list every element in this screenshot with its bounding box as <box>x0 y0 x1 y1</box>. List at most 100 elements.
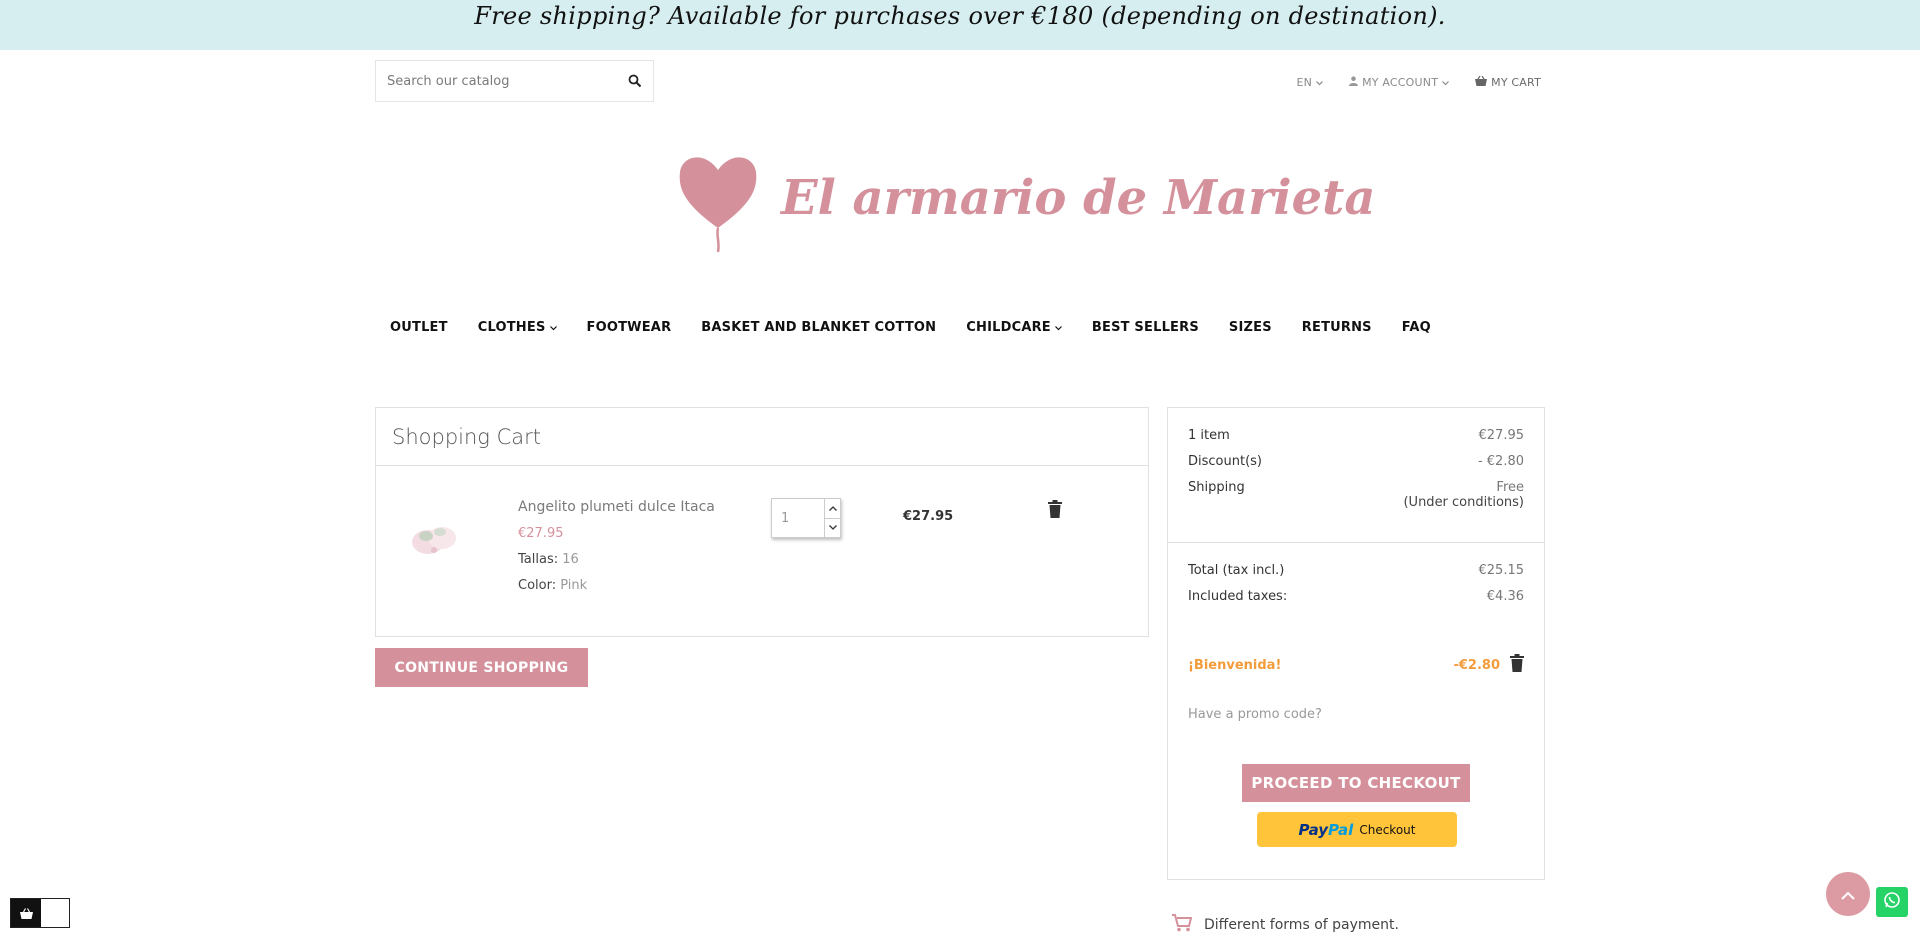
nav-returns-label: RETURNS <box>1301 320 1372 335</box>
search-input[interactable] <box>376 61 617 101</box>
main-navigation: OUTLET CLOTHES FOOTWEAR BASKET AND BLANK… <box>390 320 1461 335</box>
summary-divider <box>1168 542 1544 543</box>
payment-methods-text: Different forms of payment. <box>1204 917 1399 933</box>
nav-best-sellers-label: BEST SELLERS <box>1091 320 1199 335</box>
logo-text: El armario de Marieta <box>781 170 1376 226</box>
nav-clothes-label: CLOTHES <box>477 320 546 335</box>
shipping-value: Free <box>1496 480 1524 495</box>
nav-footwear-label: FOOTWEAR <box>586 320 672 335</box>
chevron-down-icon <box>1316 76 1323 89</box>
nav-sizes[interactable]: SIZES <box>1229 320 1272 335</box>
cart-link[interactable]: MY CART <box>1475 75 1541 89</box>
color-value: Pink <box>560 578 588 593</box>
chevron-down-icon <box>1054 320 1062 335</box>
whatsapp-button[interactable] <box>1876 887 1908 917</box>
size-value: 16 <box>562 552 579 567</box>
line-total: €27.95 <box>903 509 954 524</box>
floating-cart-panel[interactable] <box>41 899 69 927</box>
user-icon <box>1349 76 1359 89</box>
shopping-cart-icon <box>1172 914 1193 936</box>
nav-outlet-label: OUTLET <box>390 320 448 335</box>
product-price: €27.95 <box>518 526 564 541</box>
discount-value: - €2.80 <box>1477 454 1524 469</box>
promo-banner: Free shipping? Available for purchases o… <box>0 0 1920 50</box>
account-menu[interactable]: MY ACCOUNT <box>1349 76 1450 89</box>
summary-items-row: 1 item €27.95 <box>1188 428 1524 443</box>
total-value: €25.15 <box>1478 563 1525 578</box>
summary-discount-row: Discount(s) - €2.80 <box>1188 454 1524 469</box>
cart-summary: 1 item €27.95 Discount(s) - €2.80 Shipping… <box>1167 407 1545 880</box>
voucher-value-group: -€2.80 <box>1453 654 1524 676</box>
nav-faq[interactable]: FAQ <box>1402 320 1431 335</box>
promo-banner-text: Free shipping? Available for purchases o… <box>474 2 1446 30</box>
chevron-up-icon[interactable] <box>825 499 840 519</box>
color-label: Color: <box>518 578 557 593</box>
taxes-label: Included taxes: <box>1188 589 1288 604</box>
product-info: Angelito plumeti dulce Itaca €27.95 Tall… <box>518 499 715 593</box>
quantity-spinner <box>824 499 840 537</box>
chevron-down-icon[interactable] <box>825 519 840 538</box>
basket-icon[interactable] <box>11 899 41 927</box>
nav-childcare-label: CHILDCARE <box>966 320 1051 335</box>
quantity-stepper[interactable] <box>771 498 841 538</box>
nav-footwear[interactable]: FOOTWEAR <box>587 320 672 335</box>
nav-basket-blanket-label: BASKET AND BLANKET COTTON <box>701 320 937 335</box>
items-value: €27.95 <box>1478 428 1525 443</box>
summary-shipping-row: Shipping Free (Under conditions) <box>1188 480 1524 510</box>
shipping-value-group: Free (Under conditions) <box>1403 480 1524 510</box>
nav-basket-blanket[interactable]: BASKET AND BLANKET COTTON <box>701 320 936 335</box>
product-size: Tallas: 16 <box>518 552 715 567</box>
items-label: 1 item <box>1188 428 1230 443</box>
top-navigation: EN MY ACCOUNT MY CART <box>1296 75 1541 89</box>
scroll-to-top-button[interactable] <box>1826 872 1870 916</box>
paypal-checkout-button[interactable]: Pay Pal Checkout <box>1257 812 1457 847</box>
paypal-logo-pal: Pal <box>1328 820 1354 839</box>
cart-title: Shopping Cart <box>376 408 1148 466</box>
voucher-value: -€2.80 <box>1453 657 1500 673</box>
account-label: MY ACCOUNT <box>1362 76 1439 89</box>
chevron-down-icon <box>549 320 557 335</box>
nav-outlet[interactable]: OUTLET <box>390 320 448 335</box>
language-label: EN <box>1296 76 1313 89</box>
language-selector[interactable]: EN <box>1296 76 1323 89</box>
discount-label: Discount(s) <box>1188 454 1262 469</box>
nav-clothes[interactable]: CLOTHES <box>478 320 557 335</box>
site-logo[interactable]: El armario de Marieta <box>676 150 1375 260</box>
voucher-name: ¡Bienvenida! <box>1188 657 1282 673</box>
heart-balloon-icon <box>679 157 757 253</box>
shipping-note: (Under conditions) <box>1403 495 1524 510</box>
paypal-logo-pay: Pay <box>1298 820 1329 839</box>
proceed-to-checkout-button[interactable]: PROCEED TO CHECKOUT <box>1242 764 1470 802</box>
shipping-label: Shipping <box>1188 480 1245 495</box>
search-box[interactable] <box>375 60 654 102</box>
continue-shopping-button[interactable]: CONTINUE SHOPPING <box>375 648 588 687</box>
nav-returns[interactable]: RETURNS <box>1302 320 1372 335</box>
search-icon[interactable] <box>617 74 653 88</box>
chevron-up-icon <box>1841 885 1855 904</box>
nav-sizes-label: SIZES <box>1228 320 1272 335</box>
nav-faq-label: FAQ <box>1401 320 1431 335</box>
promo-code-link[interactable]: Have a promo code? <box>1188 707 1322 722</box>
payment-methods-info: Different forms of payment. <box>1172 914 1399 936</box>
product-color: Color: Pink <box>518 578 715 593</box>
total-label: Total (tax incl.) <box>1188 563 1285 578</box>
chevron-down-icon <box>1442 76 1450 89</box>
trash-icon[interactable] <box>1510 654 1524 676</box>
product-name[interactable]: Angelito plumeti dulce Itaca <box>518 499 715 515</box>
summary-total-row: Total (tax incl.) €25.15 <box>1188 563 1524 578</box>
cart-label: MY CART <box>1491 76 1541 89</box>
voucher-row: ¡Bienvenida! -€2.80 <box>1188 654 1524 676</box>
whatsapp-icon <box>1883 891 1901 913</box>
trash-icon[interactable] <box>1048 500 1062 522</box>
floating-cart-widget[interactable] <box>10 898 70 928</box>
summary-taxes-row: Included taxes: €4.36 <box>1188 589 1524 604</box>
size-label: Tallas: <box>518 552 559 567</box>
product-image[interactable] <box>404 506 464 566</box>
taxes-value: €4.36 <box>1486 589 1524 604</box>
nav-best-sellers[interactable]: BEST SELLERS <box>1092 320 1199 335</box>
quantity-input[interactable] <box>772 499 824 537</box>
paypal-checkout-label: Checkout <box>1359 822 1416 837</box>
nav-childcare[interactable]: CHILDCARE <box>966 320 1062 335</box>
basket-icon <box>1475 75 1488 89</box>
shopping-cart-panel: Shopping Cart Angelito plumeti dulce Ita… <box>375 407 1149 637</box>
